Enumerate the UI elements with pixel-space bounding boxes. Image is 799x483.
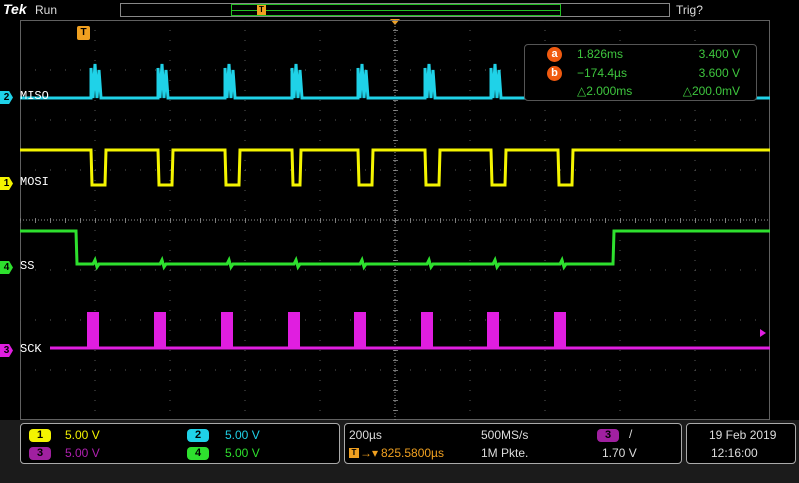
horizontal-delay: 825.5800µs [381, 446, 444, 460]
sck-burst [288, 312, 300, 348]
ch3-badge[interactable]: 3 [29, 447, 51, 460]
sck-level-arrow-icon [760, 329, 766, 337]
cursor-delta-value: △200.0mV [682, 84, 740, 98]
cursor-delta-time: △2.000ms [577, 84, 633, 98]
record-trigger-marker: T [257, 5, 266, 15]
trigger-level: 1.70 V [602, 446, 637, 460]
ch1-ground-marker[interactable]: 1 [0, 177, 13, 190]
cursor-b-time: −174.4µs [577, 66, 627, 80]
brand-logo: Tek [3, 1, 27, 17]
ch4-badge[interactable]: 4 [187, 447, 209, 460]
trigger-position-marker[interactable]: T [77, 26, 90, 40]
trigger-source-badge[interactable]: 3 [597, 429, 619, 442]
ch4-ground-marker[interactable]: 4 [0, 261, 13, 274]
delay-arrow-icon: →▾ [360, 446, 379, 460]
cursor-a-time: 1.826ms [577, 47, 624, 61]
time: 12:16:00 [711, 446, 758, 460]
sck-burst [87, 312, 99, 348]
bottom-readout-bar: 1 5.00 V 2 5.00 V 3 5.00 V 4 5.00 V 200µ… [0, 420, 799, 483]
trigger-state: Trig? [676, 3, 703, 17]
cursor-b-icon: b [547, 66, 562, 81]
record-view-bar[interactable]: T [120, 3, 670, 17]
ch2-scale: 5.00 V [225, 428, 260, 442]
ch4-label: SS [20, 259, 35, 273]
sck-burst [487, 312, 499, 348]
datetime-panel[interactable]: 19 Feb 2019 12:16:00 [686, 423, 796, 464]
ch2-ground-marker[interactable]: 2 [0, 91, 13, 104]
ch2-label: MISO [20, 89, 49, 103]
delay-trigger-icon: T [349, 448, 359, 458]
horizontal-trigger-panel[interactable]: 200µs 500MS/s T →▾ 825.5800µs 1M Pkte. 3… [344, 423, 682, 464]
sck-burst [154, 312, 166, 348]
ch2-badge[interactable]: 2 [187, 429, 209, 442]
cursor-a-icon: a [547, 47, 562, 62]
run-state[interactable]: Run [35, 3, 57, 17]
sample-rate: 500MS/s [481, 428, 529, 442]
sck-burst [354, 312, 366, 348]
sck-burst [221, 312, 233, 348]
status-bar: Tek Run T Trig? [0, 0, 799, 20]
sck-burst [554, 312, 566, 348]
ch1-label: MOSI [20, 175, 49, 189]
timebase: 200µs [349, 428, 382, 442]
ch1-scale: 5.00 V [65, 428, 100, 442]
date: 19 Feb 2019 [709, 428, 777, 442]
ch3-scale: 5.00 V [65, 446, 100, 460]
sck-burst [421, 312, 433, 348]
trigger-slope-icon: / [629, 427, 633, 441]
ch3-ground-marker[interactable]: 3 [0, 344, 13, 357]
ch3-label: SCK [20, 342, 42, 356]
record-window[interactable] [231, 4, 561, 16]
cursor-a-value: 3.400 V [698, 47, 740, 61]
vertical-settings-panel[interactable]: 1 5.00 V 2 5.00 V 3 5.00 V 4 5.00 V [20, 423, 340, 464]
record-length: 1M Pkte. [481, 446, 529, 460]
ch4-scale: 5.00 V [225, 446, 260, 460]
cursor-readout[interactable]: a 1.826ms 3.400 V b −174.4µs 3.600 V △2.… [524, 44, 757, 101]
cursor-b-value: 3.600 V [698, 66, 740, 80]
ch1-badge[interactable]: 1 [29, 429, 51, 442]
